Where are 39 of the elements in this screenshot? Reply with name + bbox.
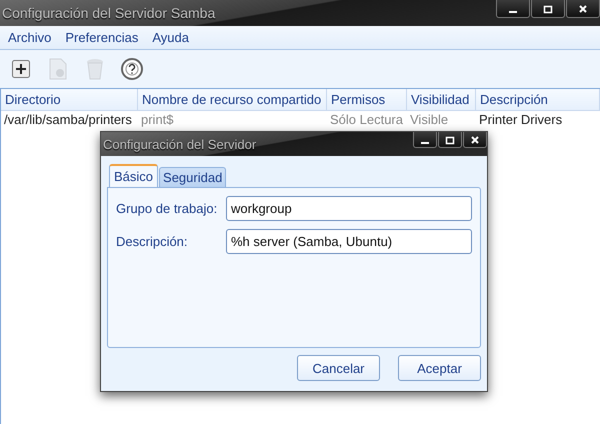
tab[interactable]: Seguridad <box>159 167 226 187</box>
minimize-button[interactable] <box>413 132 437 148</box>
close-icon <box>470 134 480 144</box>
field-label: Grupo de trabajo: <box>116 201 218 216</box>
dialog-title: Configuración del Servidor <box>103 136 256 152</box>
table-cell-text: Sólo Lectura <box>329 111 404 129</box>
close-icon <box>578 4 588 14</box>
maximize-button[interactable] <box>438 132 462 148</box>
dialog-button[interactable]: Cancelar <box>297 355 380 381</box>
maximize-button[interactable] <box>531 0 565 18</box>
help-icon <box>121 58 143 80</box>
column-header[interactable]: Visibilidad <box>407 89 476 110</box>
table-cell-text: /var/lib/samba/printers <box>3 111 133 129</box>
column-header[interactable]: Descripción <box>476 89 600 110</box>
input-field[interactable]: %h server (Samba, Ubuntu) <box>226 229 472 254</box>
menu-item[interactable]: Ayuda <box>152 30 189 45</box>
close-button[interactable] <box>463 132 487 148</box>
trash-icon <box>86 58 104 80</box>
menu-item[interactable]: Preferencias <box>65 30 138 45</box>
dialog-button[interactable]: Aceptar <box>398 355 481 381</box>
table-cell-text: print$ <box>140 111 175 129</box>
table-cell-text: Visible <box>409 111 450 129</box>
menu-item[interactable]: Archivo <box>8 30 52 45</box>
column-header[interactable]: Directorio <box>1 89 138 110</box>
input-field[interactable]: workgroup <box>226 196 472 221</box>
table-cell-text: Printer Drivers <box>478 111 564 129</box>
plus-icon <box>12 60 30 78</box>
column-header[interactable]: Permisos <box>327 89 407 110</box>
minimize-icon <box>509 11 517 13</box>
field-label: Descripción: <box>116 234 189 249</box>
minimize-icon <box>421 142 429 144</box>
maximize-icon <box>445 134 455 144</box>
maximize-icon <box>543 4 553 14</box>
window-title: Configuración del Servidor Samba <box>2 5 216 21</box>
close-button[interactable] <box>566 0 600 18</box>
tab[interactable]: Básico <box>109 164 158 187</box>
column-header[interactable]: Nombre de recurso compartido <box>138 89 327 110</box>
toolbar-button[interactable] <box>118 55 146 83</box>
minimize-button[interactable] <box>496 0 530 18</box>
